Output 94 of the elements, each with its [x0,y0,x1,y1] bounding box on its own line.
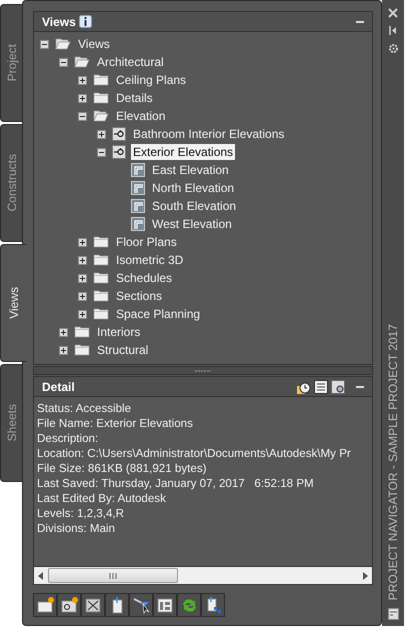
expand-toggle[interactable] [78,94,87,102]
layout-icon [156,596,174,614]
minimize-icon[interactable] [356,20,364,22]
scroll-thumb[interactable] [48,568,178,583]
tree-item[interactable]: Structural [95,342,150,358]
folder-icon [93,92,109,104]
detail-line: File Size: 861KB (881,921 bytes) [37,461,208,476]
detail-line: Levels: 1,2,3,4,R [37,506,126,521]
expand-toggle[interactable] [78,76,87,84]
scroll-right-icon[interactable] [362,572,368,580]
expand-toggle[interactable] [59,328,68,336]
expand-toggle[interactable] [78,292,87,300]
folder-icon [93,254,109,266]
list-icon[interactable] [314,380,328,394]
new-view-icon [60,596,78,614]
view-icon [131,163,145,177]
tree-item[interactable]: Views [76,36,112,52]
folder-icon [93,74,109,86]
new-folder-icon [36,596,54,614]
properties-icon[interactable] [388,608,398,620]
toolbar-button[interactable] [81,593,105,617]
tree-item[interactable]: Elevation [114,108,168,124]
detail-line: Status: Accessible [37,401,132,416]
tree-item[interactable]: Bathroom Interior Elevations [131,126,286,142]
folder-icon [74,326,90,338]
toolbar-button[interactable] [177,593,201,617]
expand-toggle[interactable] [78,274,87,282]
folder-icon [93,272,109,284]
tree-item[interactable]: Space Planning [114,306,202,322]
detail-line: Location: C:\Users\Administrator\Documents\Autodesk\My Pr [37,446,352,461]
panel-title: Views [42,14,76,28]
tree-item[interactable]: Details [114,90,155,106]
side-tab[interactable]: Sheets [0,364,22,482]
horizontal-scrollbar[interactable] [33,566,373,585]
open-folder-icon [55,38,71,50]
folder-icon [93,236,109,248]
tree-item[interactable]: East Elevation [150,162,231,178]
tree-item[interactable]: Schedules [114,270,174,286]
clock-icon[interactable] [297,380,311,394]
scroll-left-icon[interactable] [38,572,44,580]
detail-line: File Name: Exterior Elevations [37,416,194,431]
toolbar-button[interactable] [105,593,129,617]
view-icon [131,217,145,231]
toolbar-button[interactable] [153,593,177,617]
folder-icon [74,344,90,356]
expand-toggle[interactable] [78,256,87,264]
tree-item[interactable]: North Elevation [150,180,236,196]
open-folder-icon [74,56,90,68]
tree-item[interactable]: Architectural [95,54,166,70]
side-tab[interactable]: Constructs [0,124,22,242]
detail-line: Divisions: Main [37,521,116,536]
collapse-toggle[interactable] [59,58,68,66]
toolbar-button[interactable] [33,593,57,617]
side-tab[interactable]: Views [0,244,26,362]
palette-title: PROJECT NAVIGATOR - SAMPLE PROJECT 2017 [386,324,400,600]
auto-hide-icon[interactable] [389,26,397,35]
toolbar-button[interactable] [57,593,81,617]
view-icon [131,199,145,213]
expand-toggle[interactable] [78,238,87,246]
detail-line: Last Saved: Thursday, January 07, 2017 6:52:18 PM [37,476,315,491]
tree-item[interactable]: Isometric 3D [114,252,186,268]
collapse-toggle[interactable] [97,148,106,156]
tree-item[interactable]: South Elevation [150,198,238,214]
tree-item[interactable]: Exterior Elevations [131,144,236,160]
elevation-marker-icon [112,127,126,141]
panel-title: Detail [42,380,75,394]
collapse-toggle[interactable] [78,112,87,120]
tree-item[interactable]: Floor Plans [114,234,179,250]
collapse-toggle[interactable] [40,40,49,48]
settings-icon[interactable] [388,43,398,54]
pointer-icon [132,596,150,614]
expand-toggle[interactable] [78,310,87,318]
side-tab[interactable]: Project [0,4,22,122]
tree-item[interactable]: Ceiling Plans [114,72,188,88]
folder-icon [93,290,109,302]
toolbar-button[interactable] [129,593,153,617]
detail-line: Description: [37,431,100,446]
open-folder-icon [93,110,109,122]
image-preview-icon[interactable] [331,380,345,394]
folder-icon [93,308,109,320]
elevation-marker-icon [112,145,126,159]
close-icon[interactable] [388,8,398,18]
tree-item[interactable]: Sections [114,288,164,304]
detail-line: Last Edited By: Autodesk [37,491,167,506]
toolbar-button[interactable] [201,593,225,617]
view-icon [131,181,145,195]
expand-toggle[interactable] [97,130,106,138]
minimize-icon[interactable] [356,386,364,388]
tree-item[interactable]: West Elevation [150,216,234,232]
tree-item[interactable]: Interiors [95,324,142,340]
splitter-handle[interactable] [33,366,373,375]
info-icon[interactable] [78,15,92,28]
grip-icon [109,572,117,578]
expand-toggle[interactable] [59,346,68,354]
